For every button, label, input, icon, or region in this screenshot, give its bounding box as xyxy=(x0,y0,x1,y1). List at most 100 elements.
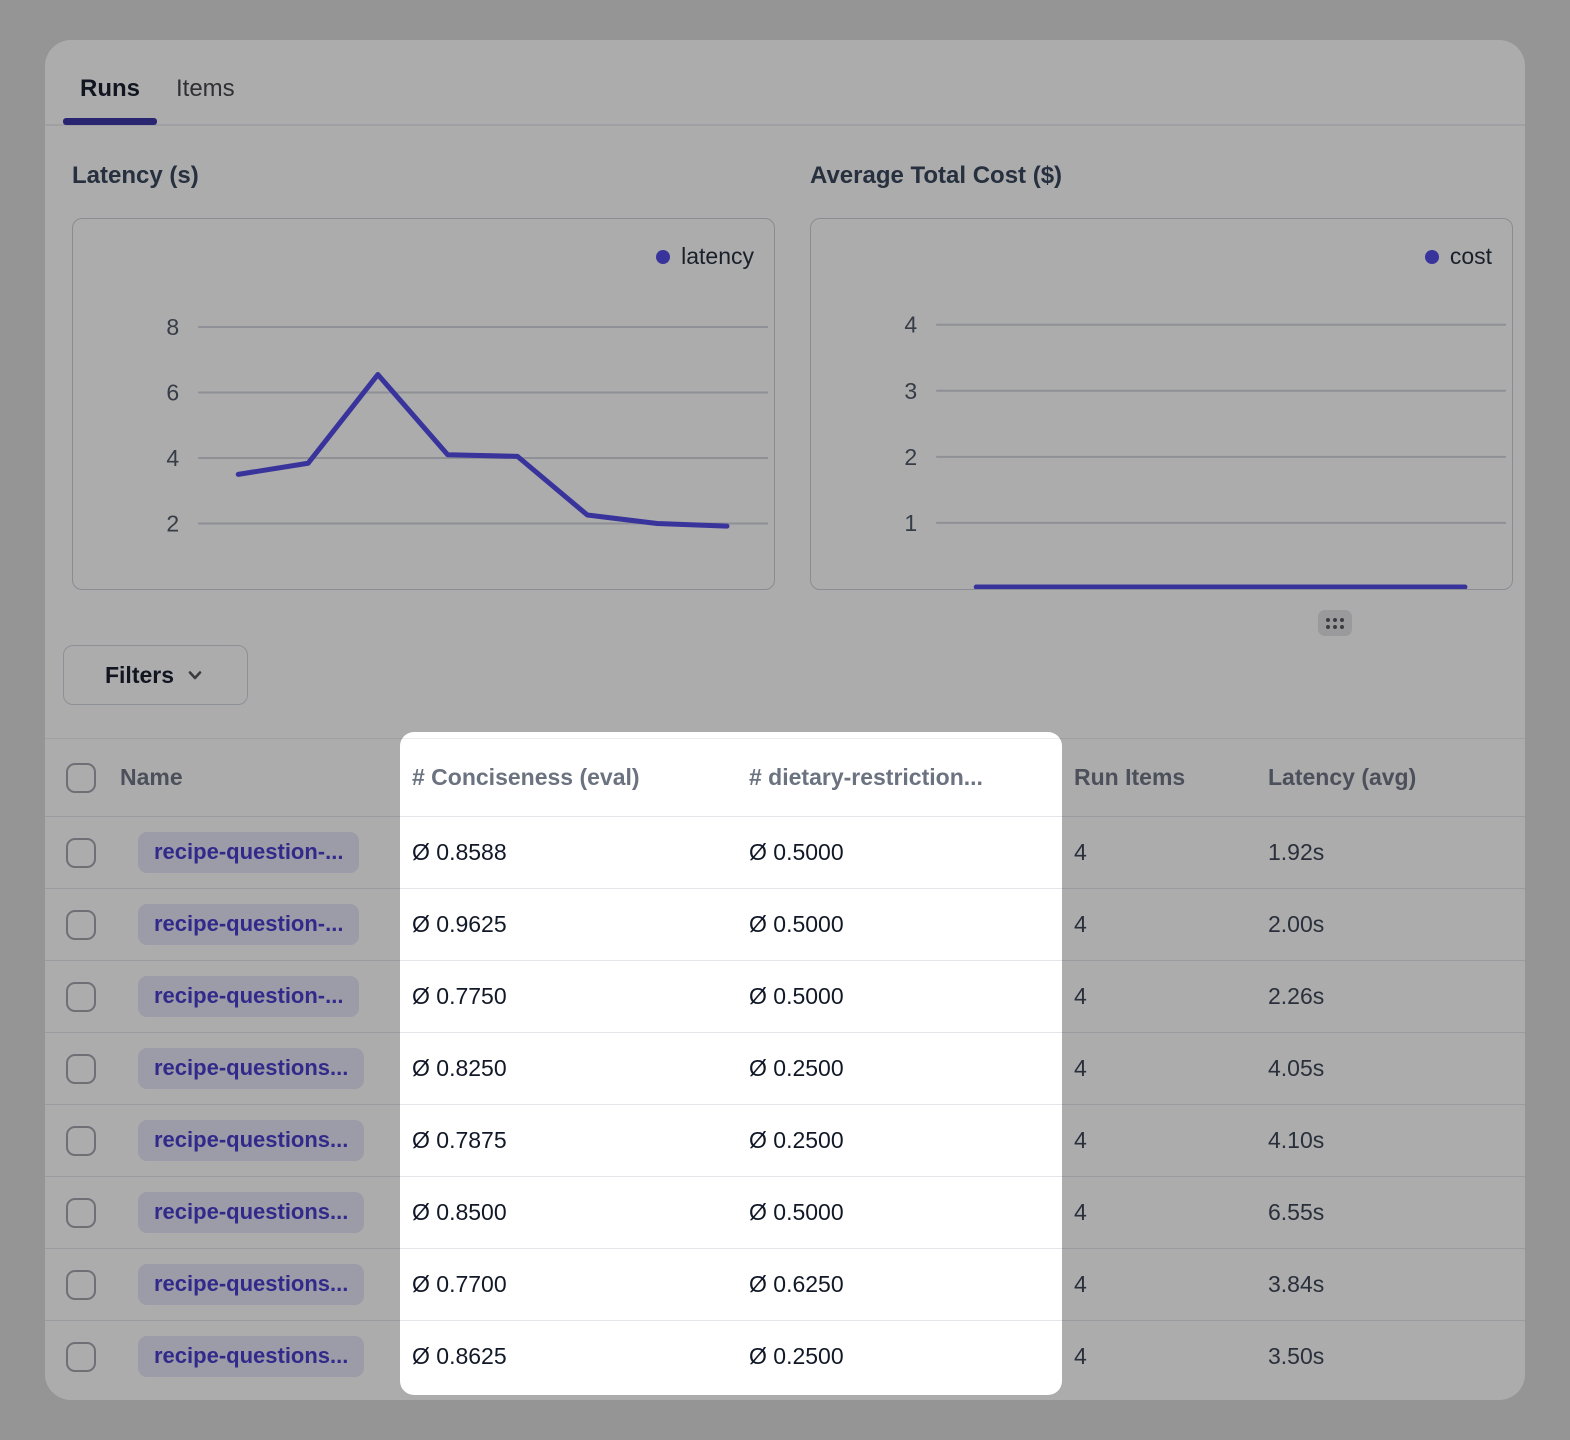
conciseness-value-cell: Ø 0.8625 xyxy=(400,1343,737,1370)
row-checkbox-cell xyxy=(63,1270,120,1300)
row-checkbox-cell xyxy=(63,1054,120,1084)
run-items-cell: 4 xyxy=(1062,983,1268,1010)
dietary-value-cell: Ø 0.2500 xyxy=(737,1055,1062,1082)
dietary-value-cell: Ø 0.5000 xyxy=(737,839,1062,866)
run-name-badge[interactable]: recipe-questions... xyxy=(138,1048,364,1089)
svg-text:2: 2 xyxy=(166,511,179,537)
row-checkbox[interactable] xyxy=(66,1054,96,1084)
select-all-cell xyxy=(63,763,120,793)
row-checkbox-cell xyxy=(63,1198,120,1228)
cost-chart-legend: cost xyxy=(1425,243,1492,270)
row-checkbox[interactable] xyxy=(66,1198,96,1228)
row-checkbox[interactable] xyxy=(66,1342,96,1372)
row-checkbox-cell xyxy=(63,982,120,1012)
drag-handle-dot xyxy=(1326,625,1330,629)
legend-dot-icon xyxy=(656,250,670,264)
latency-line-chart: 2468 xyxy=(73,219,774,589)
row-checkbox-cell xyxy=(63,1126,120,1156)
row-checkbox[interactable] xyxy=(66,982,96,1012)
table-row: recipe-question-...Ø 0.7750Ø 0.500042.26… xyxy=(45,960,1525,1032)
row-checkbox[interactable] xyxy=(66,1126,96,1156)
run-name-badge[interactable]: recipe-questions... xyxy=(138,1192,364,1233)
cost-chart-panel: cost 1234 xyxy=(810,218,1513,590)
run-items-cell: 4 xyxy=(1062,1343,1268,1370)
tab-items-label: Items xyxy=(176,75,235,102)
run-name-cell: recipe-question-... xyxy=(120,976,400,1017)
drag-handle-dot xyxy=(1340,618,1344,622)
active-tab-indicator xyxy=(63,118,157,125)
latency-chart-title: Latency (s) xyxy=(72,162,199,190)
drag-handle-dot xyxy=(1333,618,1337,622)
run-name-badge[interactable]: recipe-question-... xyxy=(138,976,359,1017)
run-name-cell: recipe-question-... xyxy=(120,832,400,873)
run-items-cell: 4 xyxy=(1062,1055,1268,1082)
tab-bar-divider xyxy=(45,124,1525,126)
run-name-cell: recipe-question-... xyxy=(120,904,400,945)
dietary-value-cell: Ø 0.5000 xyxy=(737,1199,1062,1226)
row-checkbox-cell xyxy=(63,1342,120,1372)
table-body: recipe-question-...Ø 0.8588Ø 0.500041.92… xyxy=(45,816,1525,1392)
run-items-cell: 4 xyxy=(1062,1199,1268,1226)
table-row: recipe-questions...Ø 0.8625Ø 0.250043.50… xyxy=(45,1320,1525,1392)
run-items-cell: 4 xyxy=(1062,1127,1268,1154)
conciseness-value-cell: Ø 0.7750 xyxy=(400,983,737,1010)
run-name-badge[interactable]: recipe-questions... xyxy=(138,1336,364,1377)
drag-handle-dot xyxy=(1340,625,1344,629)
svg-text:1: 1 xyxy=(904,510,917,536)
drag-handle-dot xyxy=(1333,625,1337,629)
dietary-value-cell: Ø 0.2500 xyxy=(737,1127,1062,1154)
column-header-latency: Latency (avg) xyxy=(1268,764,1507,791)
dietary-value-cell: Ø 0.6250 xyxy=(737,1271,1062,1298)
conciseness-value-cell: Ø 0.8250 xyxy=(400,1055,737,1082)
drag-handle[interactable] xyxy=(1318,610,1352,636)
svg-text:2: 2 xyxy=(904,444,917,470)
chevron-down-icon xyxy=(184,664,206,686)
run-items-cell: 4 xyxy=(1062,1271,1268,1298)
run-name-badge[interactable]: recipe-questions... xyxy=(138,1264,364,1305)
tab-bar: Runs Items xyxy=(63,61,252,125)
svg-text:6: 6 xyxy=(166,380,179,406)
filters-button-label: Filters xyxy=(105,662,174,689)
table-row: recipe-question-... Ø 0.9625Ø 0.500042.00… xyxy=(45,888,1525,960)
latency-cell: 3.84s xyxy=(1268,1271,1507,1298)
conciseness-value-cell: Ø 0.8588 xyxy=(400,839,737,866)
svg-text:4: 4 xyxy=(166,445,179,471)
table-header-row: Name # Conciseness (eval) # dietary-rest… xyxy=(45,738,1525,816)
dietary-value-cell: Ø 0.5000 xyxy=(737,983,1062,1010)
row-checkbox[interactable] xyxy=(66,838,96,868)
dietary-value-cell: Ø 0.5000 xyxy=(737,911,1062,938)
latency-cell: 3.50s xyxy=(1268,1343,1507,1370)
latency-cell: 4.10s xyxy=(1268,1127,1507,1154)
conciseness-value-cell: Ø 0.7700 xyxy=(400,1271,737,1298)
latency-cell: 2.00s xyxy=(1268,911,1507,938)
column-header-dietary: # dietary-restriction... xyxy=(737,764,1062,791)
svg-text:3: 3 xyxy=(904,378,917,404)
run-items-cell: 4 xyxy=(1062,911,1268,938)
row-checkbox[interactable] xyxy=(66,1270,96,1300)
column-header-run-items: Run Items xyxy=(1062,764,1268,791)
run-name-badge[interactable]: recipe-question-... xyxy=(138,832,359,873)
run-name-cell: recipe-questions... xyxy=(120,1192,400,1233)
select-all-checkbox[interactable] xyxy=(66,763,96,793)
run-items-cell: 4 xyxy=(1062,839,1268,866)
table-row: recipe-questions...Ø 0.8500Ø 0.500046.55… xyxy=(45,1176,1525,1248)
row-checkbox-cell xyxy=(63,838,120,868)
runs-panel-card: Runs Items Latency (s) Average Total Cos… xyxy=(45,40,1525,1400)
run-name-badge[interactable]: recipe-question-... xyxy=(138,904,359,945)
latency-cell: 6.55s xyxy=(1268,1199,1507,1226)
conciseness-value-cell: Ø 0.9625 xyxy=(400,911,737,938)
column-header-conciseness: # Conciseness (eval) xyxy=(400,764,737,791)
cost-line-chart: 1234 xyxy=(811,219,1512,589)
tab-runs[interactable]: Runs xyxy=(63,61,157,125)
legend-dot-icon xyxy=(1425,250,1439,264)
row-checkbox[interactable] xyxy=(66,910,96,940)
filters-button[interactable]: Filters xyxy=(63,645,248,705)
table-row: recipe-questions...Ø 0.8250Ø 0.250044.05… xyxy=(45,1032,1525,1104)
row-checkbox-cell xyxy=(63,910,120,940)
tab-runs-label: Runs xyxy=(80,75,140,102)
conciseness-value-cell: Ø 0.7875 xyxy=(400,1127,737,1154)
run-name-badge[interactable]: recipe-questions... xyxy=(138,1120,364,1161)
cost-chart-title: Average Total Cost ($) xyxy=(810,162,1062,190)
tab-items[interactable]: Items xyxy=(159,61,252,125)
run-name-cell: recipe-questions... xyxy=(120,1048,400,1089)
